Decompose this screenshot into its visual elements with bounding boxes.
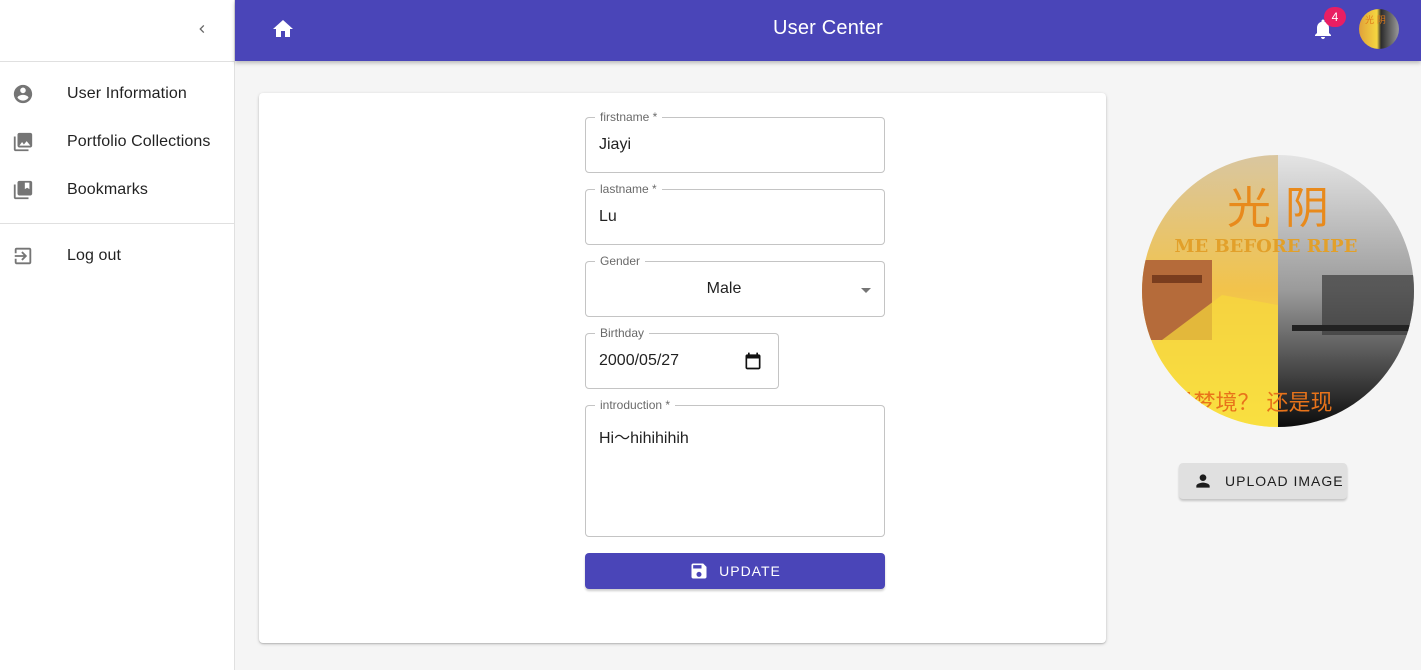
library-books-icon [12,179,34,201]
sidebar-item-label: User Information [67,85,187,102]
account-circle-icon [12,83,34,105]
gender-select[interactable]: Gender Male [585,254,885,317]
gender-value: Male [706,280,742,297]
sidebar-item-user-information[interactable]: User Information [0,70,234,118]
firstname-field[interactable]: firstname * Jiayi [585,110,885,173]
avatar[interactable]: 光 阴 [1359,9,1399,49]
dropdown-arrow-icon [861,288,871,293]
profile-form-card: firstname * Jiayi lastname * Lu Gender M… [259,93,1106,643]
lastname-value: Lu [599,208,617,225]
avatar-caption: 光 阴 [1365,16,1386,26]
save-icon [689,561,709,581]
sidebar: User Information Portfolio Collections B… [0,0,235,670]
nav-divider [0,223,234,224]
sidebar-item-logout[interactable]: Log out [0,232,234,280]
image-caption-cn: 是梦境？ 还是现 [1172,391,1333,416]
introduction-field[interactable]: introduction * Hi～hihihihih [585,398,885,537]
logout-label: Log out [67,247,122,264]
sidebar-header [0,0,234,62]
sidebar-item-label: Bookmarks [67,181,148,198]
upload-image-button[interactable]: UPLOAD IMAGE [1179,463,1347,499]
photo-library-icon [12,131,34,153]
app-bar: User Center 4 光 阴 [235,0,1421,61]
gender-label: Gender [595,254,646,268]
update-label: UPDATE [719,563,781,579]
image-title-en: ME BEFORE RIPE [1175,236,1358,257]
firstname-label: firstname * [595,110,663,124]
logout-icon [12,245,34,267]
introduction-value: Hi～hihihihih [599,430,689,447]
birthday-field[interactable]: Birthday 2000/05/27 [585,326,779,389]
upload-label: UPLOAD IMAGE [1225,473,1344,489]
lastname-field[interactable]: lastname * Lu [585,182,885,245]
notification-badge: 4 [1324,7,1346,27]
lastname-label: lastname * [595,182,662,196]
person-icon [1193,471,1213,491]
firstname-value: Jiayi [599,136,632,153]
image-title-cn: 光 阴 [1227,183,1329,234]
sidebar-item-bookmarks[interactable]: Bookmarks [0,166,234,214]
profile-image: 光 阴 ME BEFORE RIPE 是梦境？ 还是现 [1142,155,1414,427]
sidebar-item-portfolio-collections[interactable]: Portfolio Collections [0,118,234,166]
page-title: User Center [772,17,883,39]
introduction-label: introduction * [595,398,676,412]
calendar-icon[interactable] [743,351,763,371]
chevron-left-icon[interactable] [188,15,216,43]
sidebar-nav: User Information Portfolio Collections B… [0,62,234,280]
birthday-value: 2000/05/27 [599,352,680,369]
update-button[interactable]: UPDATE [585,553,885,589]
sidebar-item-label: Portfolio Collections [67,133,211,150]
birthday-label: Birthday [595,326,650,340]
